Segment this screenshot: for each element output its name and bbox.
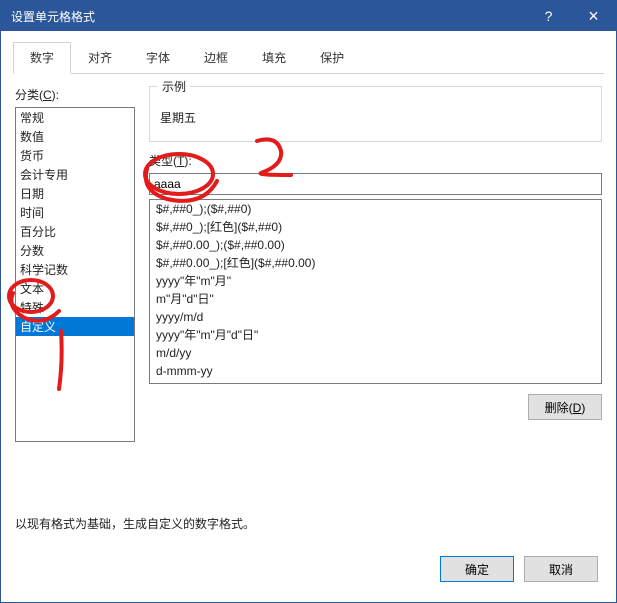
type-list[interactable]: $#,##0_);($#,##0) $#,##0_);[红色]($#,##0) … <box>149 199 602 384</box>
category-item-special[interactable]: 特殊 <box>16 298 134 317</box>
titlebar: 设置单元格格式 ? × <box>1 1 616 31</box>
category-item-custom[interactable]: 自定义 <box>16 317 134 336</box>
tab-font[interactable]: 字体 <box>129 42 187 74</box>
type-option[interactable]: m/d/yy <box>150 344 601 362</box>
type-option[interactable]: $#,##0.00_);[红色]($#,##0.00) <box>150 254 601 272</box>
tab-number[interactable]: 数字 <box>13 42 71 74</box>
sample-label: 示例 <box>158 78 190 95</box>
cancel-button[interactable]: 取消 <box>524 556 598 582</box>
tab-border[interactable]: 边框 <box>187 42 245 74</box>
category-label: 分类(C): <box>15 86 135 103</box>
type-option[interactable]: yyyy/m/d <box>150 308 601 326</box>
hint-text: 以现有格式为基础，生成自定义的数字格式。 <box>13 515 604 532</box>
type-option[interactable]: yyyy"年"m"月" <box>150 272 601 290</box>
type-option[interactable]: m"月"d"日" <box>150 290 601 308</box>
delete-button[interactable]: 删除(D) <box>528 394 602 420</box>
close-button[interactable]: × <box>571 1 616 31</box>
category-item-accounting[interactable]: 会计专用 <box>16 165 134 184</box>
category-item-date[interactable]: 日期 <box>16 184 134 203</box>
help-button[interactable]: ? <box>526 1 571 31</box>
category-item-percentage[interactable]: 百分比 <box>16 222 134 241</box>
category-item-text[interactable]: 文本 <box>16 279 134 298</box>
type-option[interactable]: $#,##0_);[红色]($#,##0) <box>150 218 601 236</box>
type-option[interactable]: d-mmm-yy <box>150 362 601 380</box>
type-option[interactable]: $#,##0.00_);($#,##0.00) <box>150 236 601 254</box>
type-option[interactable]: $#,##0_);($#,##0) <box>150 200 601 218</box>
type-label: 类型(T): <box>149 152 602 169</box>
tab-fill[interactable]: 填充 <box>245 42 303 74</box>
category-list[interactable]: 常规 数值 货币 会计专用 日期 时间 百分比 分数 科学记数 文本 特殊 自定… <box>15 107 135 442</box>
category-item-general[interactable]: 常规 <box>16 108 134 127</box>
tab-protection[interactable]: 保护 <box>303 42 361 74</box>
tabstrip: 数字 对齐 字体 边框 填充 保护 <box>13 41 604 74</box>
type-input[interactable] <box>149 173 602 195</box>
category-item-currency[interactable]: 货币 <box>16 146 134 165</box>
category-item-number[interactable]: 数值 <box>16 127 134 146</box>
category-item-fraction[interactable]: 分数 <box>16 241 134 260</box>
category-item-time[interactable]: 时间 <box>16 203 134 222</box>
category-item-scientific[interactable]: 科学记数 <box>16 260 134 279</box>
type-option[interactable]: d-mmm <box>150 380 601 384</box>
window-title: 设置单元格格式 <box>11 8 95 25</box>
tab-alignment[interactable]: 对齐 <box>71 42 129 74</box>
sample-box: 示例 星期五 <box>149 86 602 142</box>
dialog-footer: 确定 取消 <box>1 542 616 602</box>
sample-value: 星期五 <box>160 109 591 126</box>
type-option[interactable]: yyyy"年"m"月"d"日" <box>150 326 601 344</box>
ok-button[interactable]: 确定 <box>440 556 514 582</box>
format-cells-dialog: 设置单元格格式 ? × 数字 对齐 字体 边框 填充 保护 分类(C): 常规 … <box>0 0 617 603</box>
